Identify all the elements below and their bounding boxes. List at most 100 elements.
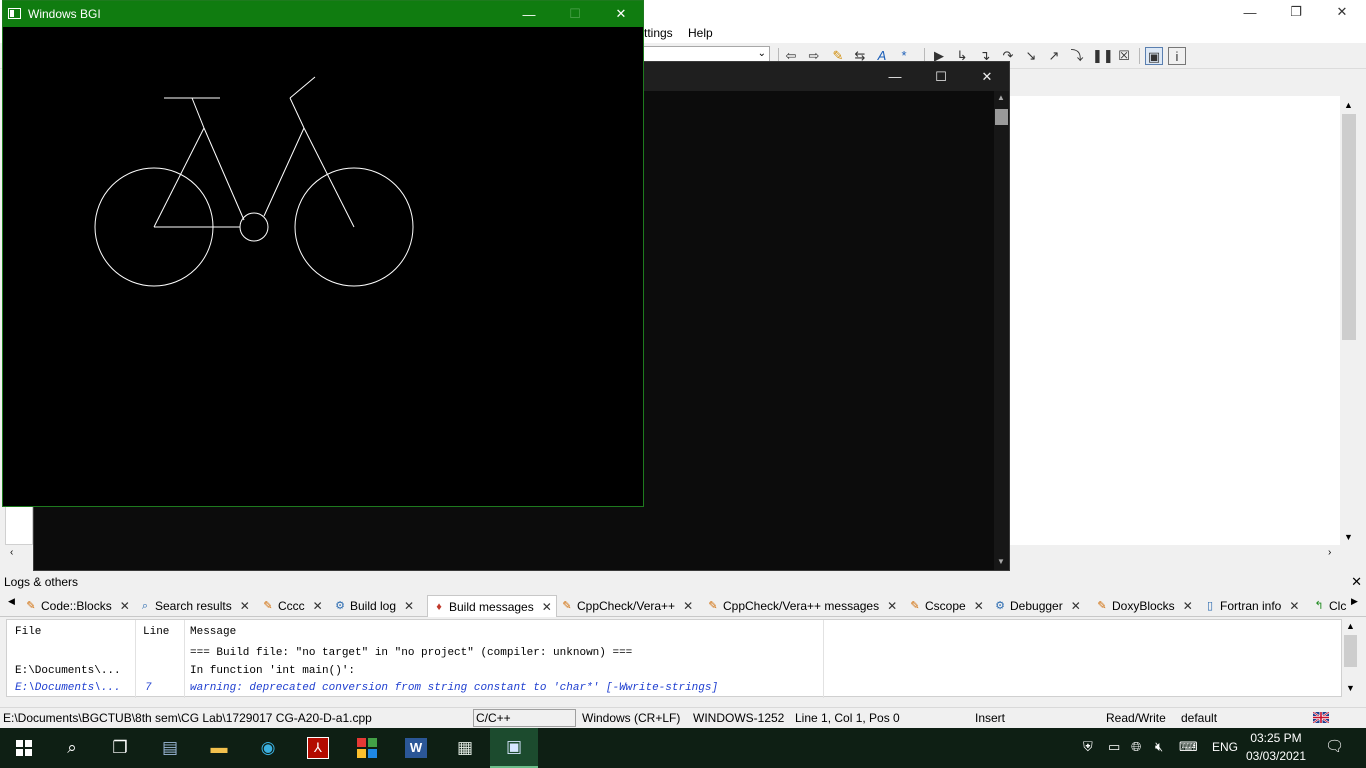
tab-cscope[interactable]: ✎ Cscope ✕ [908,595,984,617]
scroll-right-icon[interactable]: › [1328,547,1331,558]
tab-scroll-right-icon[interactable]: ▶ [1351,596,1358,607]
message-row-2-message[interactable]: In function 'int main()': [190,665,355,677]
close-icon[interactable]: ✕ [683,599,693,613]
arrow-icon: ↰ [1314,600,1324,612]
tab-build-log[interactable]: ⚙ Build log ✕ [333,595,414,617]
scroll-thumb[interactable] [1342,114,1356,340]
clock-time[interactable]: 03:25 PM [1241,731,1311,745]
page-pencil-icon: ✎ [26,600,36,612]
notification-icon[interactable]: 🗨︎ [1325,737,1344,755]
step-into-icon[interactable]: ↘ [1022,47,1040,65]
tab-clc[interactable]: ↰ Clc [1312,595,1348,617]
codeblocks-icon[interactable] [343,728,391,768]
console-maximize-button[interactable]: ☐ [918,62,964,91]
scroll-left-icon[interactable]: ‹ [10,547,13,558]
ide-restore-button[interactable]: ❐ [1273,0,1319,24]
task-view-icon[interactable]: ❐ [96,728,144,768]
close-icon[interactable]: ✕ [887,599,897,613]
scroll-thumb[interactable] [995,109,1008,125]
scroll-up-icon[interactable]: ▲ [997,93,1005,102]
scroll-thumb[interactable] [1344,635,1357,667]
logs-tab-strip: ◀ ✎ Code::Blocks ✕ ⌕ Search results ✕ ✎ … [0,592,1366,617]
tab-doxyblocks[interactable]: ✎ DoxyBlocks ✕ [1095,595,1193,617]
menu-settings[interactable]: ttings [644,26,673,40]
stop-debug-icon[interactable]: ☒ [1115,47,1133,65]
debug-windows-icon[interactable]: ▣ [1145,47,1163,65]
scroll-up-icon[interactable]: ▲ [1346,621,1355,631]
message-row-3-line[interactable]: 7 [145,682,152,694]
close-icon[interactable]: ✕ [313,599,323,613]
fork [303,127,355,228]
ide-minimize-button[interactable]: — [1227,0,1273,24]
tab-cppcheck[interactable]: ✎ CppCheck/Vera++ ✕ [560,595,693,617]
scroll-down-icon[interactable]: ▼ [997,557,1005,566]
tab-debugger[interactable]: ⚙ Debugger ✕ [993,595,1081,617]
message-row-3-file[interactable]: E:\Documents\... [15,682,121,694]
close-icon[interactable]: ✕ [1183,599,1193,613]
tab-fortran-info[interactable]: ▯ Fortran info ✕ [1203,595,1299,617]
network-globe-icon[interactable]: 🌐︎ [1131,739,1141,755]
tab-cccc[interactable]: ✎ Cccc ✕ [261,595,323,617]
tab-search-results[interactable]: ⌕ Search results ✕ [138,595,250,617]
close-icon[interactable]: ✕ [1071,599,1081,613]
scroll-down-icon[interactable]: ▼ [1346,683,1355,693]
tab-codeblocks[interactable]: ✎ Code::Blocks ✕ [24,595,130,617]
close-icon[interactable]: ✕ [404,599,414,613]
status-language[interactable]: C/C++ [476,711,511,725]
close-icon[interactable]: ✕ [542,600,552,614]
console-close-button[interactable]: ✕ [964,62,1010,91]
app-window-icon[interactable]: ▦ [441,728,489,768]
close-icon[interactable]: ✕ [974,599,984,613]
acrobat-reader-icon[interactable]: ⅄ [294,728,342,768]
message-row-1-message[interactable]: === Build file: "no target" in "no proje… [190,647,632,659]
edge-browser-icon[interactable]: ◉ [244,728,292,768]
menu-help[interactable]: Help [688,26,713,40]
console-minimize-button[interactable]: — [872,62,918,91]
close-icon[interactable]: ✕ [120,599,130,613]
ide-close-button[interactable]: ✕ [1319,0,1365,24]
down-tube [263,127,305,217]
scroll-down-icon[interactable]: ▼ [1344,532,1353,542]
step-instruction-icon[interactable]: ⤵ [1068,47,1086,65]
column-header-line[interactable]: Line [143,626,169,638]
display-icon[interactable]: ▭ [1108,739,1120,755]
windows-start-icon[interactable] [0,728,48,768]
column-header-message[interactable]: Message [190,626,236,638]
tab-label: Build messages [449,599,534,614]
volume-muted-icon[interactable]: 🔇︎ [1155,739,1163,755]
logs-close-button[interactable]: ✕ [1351,574,1362,590]
close-icon[interactable]: ✕ [240,599,250,613]
message-row-3-message[interactable]: warning: deprecated conversion from stri… [190,682,718,694]
console-app-icon[interactable]: ▣ [490,728,538,768]
column-header-file[interactable]: File [15,626,41,638]
word-icon[interactable]: W [392,728,440,768]
bgi-minimize-button[interactable]: — [506,1,552,27]
messages-scrollbar[interactable]: ▲ ▼ [1342,619,1359,697]
console-scrollbar[interactable]: ▲ ▼ [994,91,1009,570]
step-out-icon[interactable]: ↗ [1045,47,1063,65]
file-explorer-icon[interactable]: ▬ [195,728,243,768]
editor-vertical-scrollbar[interactable]: ▲ ▼ [1340,96,1358,546]
clock-date[interactable]: 03/03/2021 [1241,749,1311,763]
scroll-up-icon[interactable]: ▲ [1344,100,1353,110]
message-row-2-file[interactable]: E:\Documents\... [15,665,121,677]
control-panel-icon[interactable]: ▤ [146,728,194,768]
status-line-endings: Windows (CR+LF) [582,711,681,725]
tab-label: DoxyBlocks [1112,599,1175,613]
close-icon[interactable]: ✕ [1289,599,1299,613]
info-icon[interactable]: i [1168,47,1186,65]
pause-icon[interactable]: ❚❚ [1092,47,1114,65]
bgi-titlebar[interactable]: Windows BGI — ☐ ✕ [3,1,643,27]
search-icon[interactable]: ⌕ [48,728,96,768]
security-shield-icon[interactable]: ⛨ [1083,739,1093,755]
bgi-close-button[interactable]: ✕ [598,1,644,27]
keyboard-icon[interactable]: ⌨ [1179,739,1198,755]
status-position: Line 1, Col 1, Pos 0 [795,711,900,725]
tab-build-messages[interactable]: ♦ Build messages ✕ [427,595,557,617]
language-indicator[interactable]: ENG [1212,740,1238,754]
bgi-window[interactable]: Windows BGI — ☐ ✕ [2,0,644,507]
tab-scroll-left-icon[interactable]: ◀ [8,596,15,607]
editor-panel[interactable] [1010,96,1340,546]
toolbar-separator [1139,48,1140,64]
tab-cppcheck-messages[interactable]: ✎ CppCheck/Vera++ messages ✕ [706,595,897,617]
